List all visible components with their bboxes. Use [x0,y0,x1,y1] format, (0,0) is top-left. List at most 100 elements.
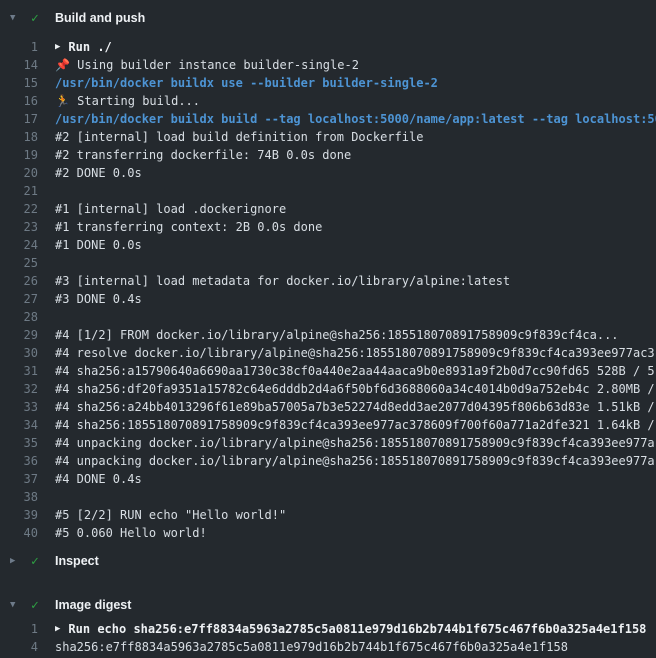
log-line-text: #4 DONE 0.4s [55,470,142,488]
log-line: 17/usr/bin/docker buildx build --tag loc… [0,110,656,128]
log-line-text: 🏃 Starting build... [55,92,200,110]
log-line-text: #1 transferring context: 2B 0.0s done [55,218,322,236]
line-number[interactable]: 21 [0,182,38,200]
section-header-inspect[interactable]: ▶ ✓ Inspect [0,542,656,571]
log-line-text: #5 [2/2] RUN echo "Hello world!" [55,506,286,524]
log-line: 20 #2 DONE 0.0s [0,164,656,182]
log-line: 28 [0,308,656,326]
log-command-text: /usr/bin/docker buildx use --builder bui… [55,74,438,92]
line-number[interactable]: 20 [0,164,38,182]
log-line-text: ▶Run echo sha256:e7ff8834a5963a2785c5a08… [55,620,646,638]
log-line: 39 #5 [2/2] RUN echo "Hello world!" [0,506,656,524]
section-title: Inspect [55,551,99,571]
log-line: 16 🏃 Starting build... [0,92,656,110]
line-number[interactable]: 22 [0,200,38,218]
line-number[interactable]: 15 [0,74,38,92]
line-number[interactable]: 37 [0,470,38,488]
log-line: 14 📌 Using builder instance builder-singl… [0,56,656,74]
line-number[interactable]: 23 [0,218,38,236]
chevron-down-icon[interactable]: ▼ [10,600,23,610]
log-line: 15/usr/bin/docker buildx use --builder b… [0,74,656,92]
section-title: Build and push [55,8,145,28]
line-number[interactable]: 36 [0,452,38,470]
log-line: 26 #3 [internal] load metadata for docker… [0,272,656,290]
success-check-icon: ✓ [31,11,45,26]
log-line: 25 [0,254,656,272]
log-line: 27 #3 DONE 0.4s [0,290,656,308]
line-number[interactable]: 4 [0,638,38,656]
line-number[interactable]: 27 [0,290,38,308]
section-header-build-and-push[interactable]: ▼ ✓ Build and push [0,0,656,28]
line-number[interactable]: 24 [0,236,38,254]
log-line-text: 📌 Using builder instance builder-single-… [55,56,359,74]
line-number[interactable]: 40 [0,524,38,542]
section-log-body: 1 ▶Run echo sha256:e7ff8834a5963a2785c5a0… [0,615,656,656]
log-line: 1 ▶Run ./ [0,38,656,56]
line-number[interactable]: 16 [0,92,38,110]
log-line: 38 [0,488,656,506]
log-section-build-and-push: ▼ ✓ Build and push 1 ▶Run ./ 14 📌 Using builde… [0,0,656,542]
line-number[interactable]: 30 [0,344,38,362]
log-line-text: #4 sha256:a24bb4013296f61e89ba57005a7b3e… [55,398,655,416]
expand-arrow-icon[interactable]: ▶ [55,620,60,638]
line-number[interactable]: 29 [0,326,38,344]
line-number[interactable]: 35 [0,434,38,452]
log-line-text: #2 [internal] load build definition from… [55,128,423,146]
log-line: 33 #4 sha256:a24bb4013296f61e89ba57005a7b… [0,398,656,416]
section-log-body: 1 ▶Run ./ 14 📌 Using builder instance build… [0,28,656,542]
log-line: 1 ▶Run echo sha256:e7ff8834a5963a2785c5a0… [0,620,656,638]
line-number[interactable]: 1 [0,620,38,638]
log-line-text: #5 0.060 Hello world! [55,524,207,542]
log-line-text: #3 [internal] load metadata for docker.i… [55,272,510,290]
chevron-down-icon[interactable]: ▼ [10,13,23,23]
pushpin-icon: 📌 [55,58,77,72]
log-line: 40 #5 0.060 Hello world! [0,524,656,542]
log-section-inspect: ▶ ✓ Inspect [0,542,656,571]
line-number[interactable]: 18 [0,128,38,146]
log-line: 36 #4 unpacking docker.io/library/alpine@… [0,452,656,470]
line-number[interactable]: 31 [0,362,38,380]
log-line-text: #2 transferring dockerfile: 74B 0.0s don… [55,146,351,164]
log-line: 23 #1 transferring context: 2B 0.0s done [0,218,656,236]
log-line: 34 #4 sha256:185518070891758909c9f839cf4c… [0,416,656,434]
line-number[interactable]: 28 [0,308,38,326]
line-number[interactable]: 32 [0,380,38,398]
log-line-text: #4 sha256:df20fa9351a15782c64e6dddb2d4a6… [55,380,655,398]
line-number[interactable]: 26 [0,272,38,290]
log-line: 24 #1 DONE 0.0s [0,236,656,254]
log-line: 18 #2 [internal] load build definition fr… [0,128,656,146]
log-line-text: ▶Run ./ [55,38,112,56]
log-line-text: sha256:e7ff8834a5963a2785c5a0811e979d16b… [55,638,568,656]
log-line-text: #1 DONE 0.0s [55,236,142,254]
log-line: 21 [0,182,656,200]
log-command-text: /usr/bin/docker buildx build --tag local… [55,110,656,128]
chevron-right-icon[interactable]: ▶ [10,556,23,566]
log-line-text: #4 sha256:185518070891758909c9f839cf4ca3… [55,416,655,434]
section-header-image-digest[interactable]: ▼ ✓ Image digest [0,571,656,615]
log-sections: ▼✓Build and push1▶Run ./14📌 Using builde… [0,0,656,656]
log-line-text: #1 [internal] load .dockerignore [55,200,286,218]
line-number[interactable]: 17 [0,110,38,128]
log-line-text: #2 DONE 0.0s [55,164,142,182]
log-line: 22 #1 [internal] load .dockerignore [0,200,656,218]
actions-log-viewer: ▼✓Build and push1▶Run ./14📌 Using builde… [0,0,656,658]
line-number[interactable]: 39 [0,506,38,524]
line-number[interactable]: 1 [0,38,38,56]
log-line-text: #4 unpacking docker.io/library/alpine@sh… [55,452,655,470]
line-number[interactable]: 14 [0,56,38,74]
log-line-text: #4 resolve docker.io/library/alpine@sha2… [55,344,655,362]
line-number[interactable]: 33 [0,398,38,416]
success-check-icon: ✓ [31,598,45,613]
line-number[interactable]: 19 [0,146,38,164]
success-check-icon: ✓ [31,554,45,569]
log-line-text: #3 DONE 0.4s [55,290,142,308]
section-title: Image digest [55,595,131,615]
log-line: 4 sha256:e7ff8834a5963a2785c5a0811e979d16… [0,638,656,656]
log-line-text: #4 sha256:a15790640a6690aa1730c38cf0a440… [55,362,655,380]
line-number[interactable]: 34 [0,416,38,434]
log-line: 35#4 unpacking docker.io/library/alpine@… [0,434,656,452]
expand-arrow-icon[interactable]: ▶ [55,38,60,56]
line-number[interactable]: 25 [0,254,38,272]
line-number[interactable]: 38 [0,488,38,506]
runner-icon: 🏃 [55,94,77,108]
